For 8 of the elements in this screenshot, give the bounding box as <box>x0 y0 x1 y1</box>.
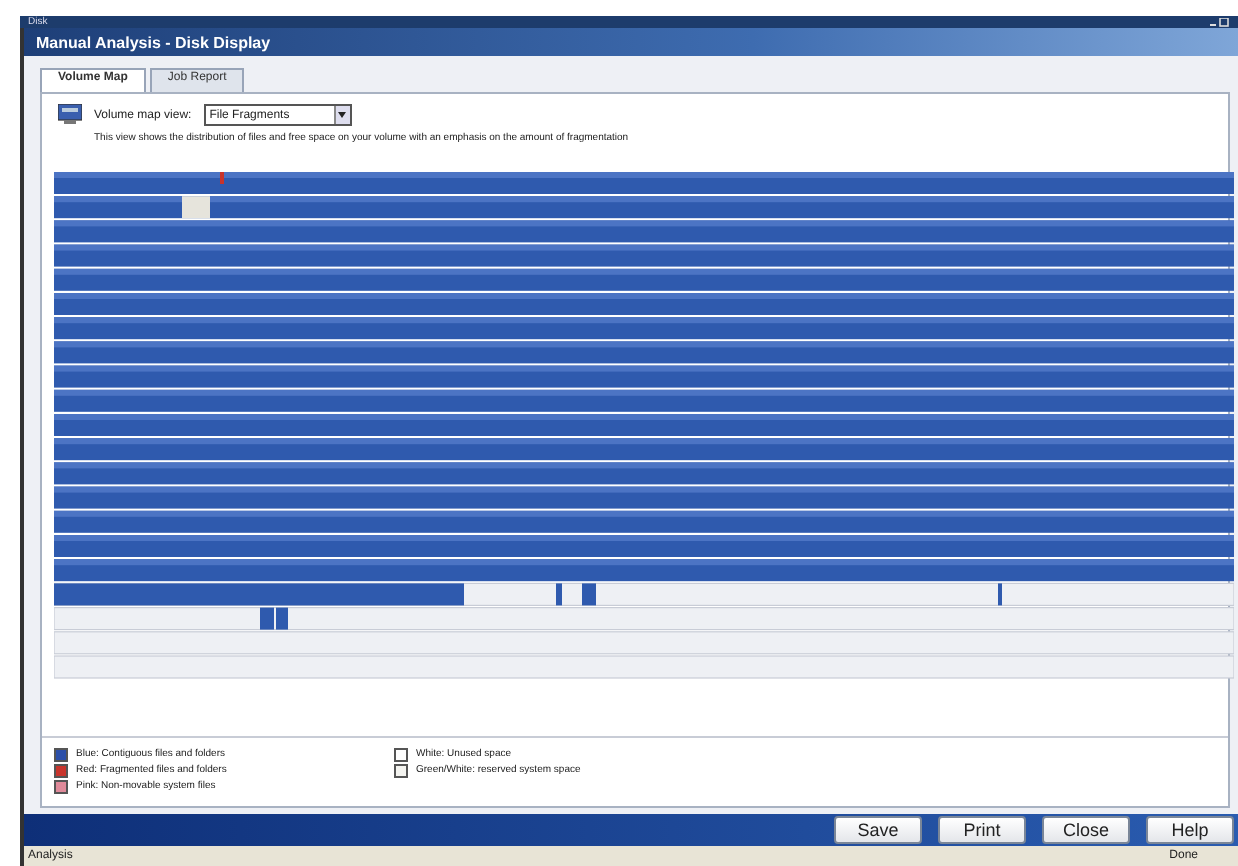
dialog-button[interactable]: Help <box>1146 816 1234 844</box>
disk-map-icon <box>58 104 82 124</box>
caret-icon <box>338 112 347 118</box>
dialog-button[interactable]: Close <box>1042 816 1130 844</box>
dialog-button[interactable]: Save <box>834 816 922 844</box>
window-controls-icon[interactable] <box>1210 17 1230 27</box>
window-title: Manual Analysis - Disk Display <box>36 33 271 51</box>
dialog-button[interactable]: Print <box>938 816 1026 844</box>
